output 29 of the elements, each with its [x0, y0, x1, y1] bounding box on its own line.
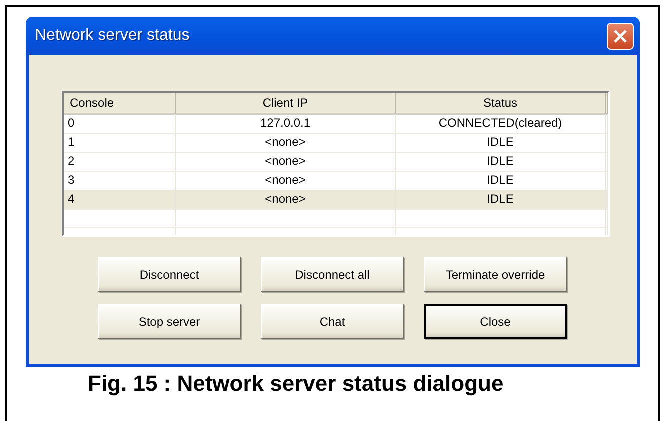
column-header[interactable]: Client IP — [176, 93, 396, 115]
close-button[interactable] — [607, 22, 634, 50]
table-cell: <none> — [176, 133, 396, 153]
dialog-button[interactable]: Terminate override — [424, 257, 567, 292]
window-title: Network server status — [35, 27, 190, 45]
dialog-button[interactable]: Stop server — [98, 304, 241, 339]
figure-caption: Fig. 15 : Network server status dialogue — [88, 371, 504, 397]
table-cell: 2 — [64, 152, 176, 172]
table-row[interactable]: 2 <none> IDLE — [64, 152, 608, 171]
table-row[interactable]: 4 <none> IDLE — [64, 190, 608, 209]
table-cell: 127.0.0.1 — [176, 114, 396, 134]
column-header[interactable]: Console — [64, 93, 176, 115]
table-cell: <none> — [176, 190, 396, 210]
table-cell: CONNECTED(cleared) — [396, 114, 606, 134]
table-cell: <none> — [176, 152, 396, 172]
table-cell: 1 — [64, 133, 176, 153]
table-row[interactable]: 0 127.0.0.1 CONNECTED(cleared) — [64, 114, 608, 133]
table-cell: 4 — [64, 190, 176, 210]
dialog-button[interactable]: Disconnect — [98, 257, 241, 292]
dialog-button[interactable]: Disconnect all — [261, 257, 404, 292]
table-cell: IDLE — [396, 190, 606, 210]
column-header[interactable]: Status — [396, 93, 606, 115]
table-cell: IDLE — [396, 152, 606, 172]
close-icon — [613, 28, 628, 44]
table-cell: 0 — [64, 114, 176, 134]
dialog-button[interactable]: Close — [424, 304, 567, 339]
table-cell: IDLE — [396, 133, 606, 153]
table-row[interactable]: 1 <none> IDLE — [64, 133, 608, 152]
dialog-button[interactable]: Chat — [261, 304, 404, 339]
